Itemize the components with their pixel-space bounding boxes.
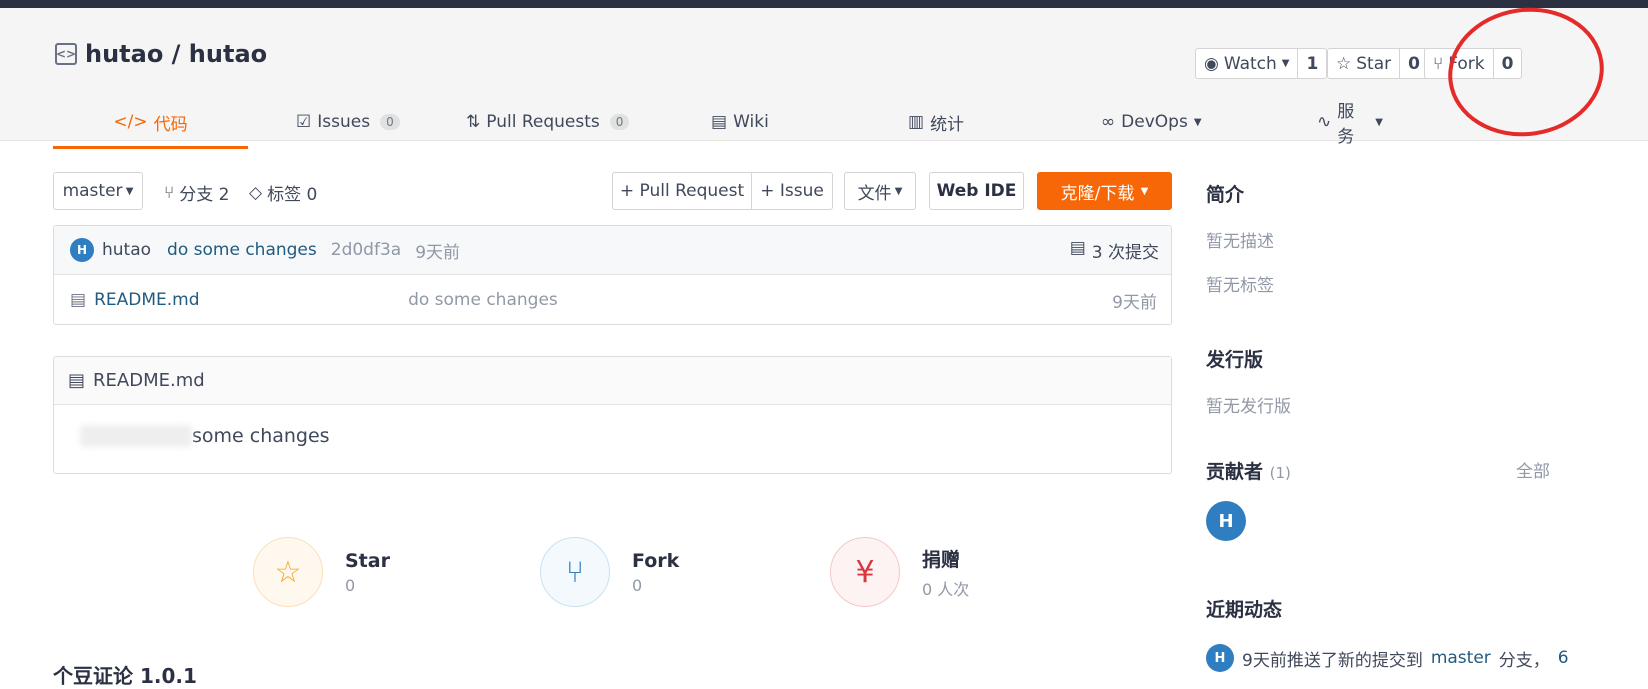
- fork-stat[interactable]: ⑂ Fork 0: [540, 537, 679, 607]
- branch-select[interactable]: master ▼: [53, 172, 143, 210]
- wiki-icon: ▤: [711, 112, 728, 132]
- repo-code-icon: <>: [55, 43, 77, 65]
- caret-down-icon: ▼: [1375, 116, 1383, 128]
- bottom-partial-heading: 个豆证论 1.0.1: [53, 664, 197, 688]
- new-issue-button[interactable]: + Issue: [751, 172, 833, 210]
- branches-link[interactable]: ⑂ 分支 2: [164, 180, 229, 206]
- tab-pull-requests[interactable]: ⇅ Pull Requests 0: [466, 98, 630, 146]
- star-icon: ☆: [253, 537, 323, 607]
- tab-devops[interactable]: ∞ DevOps ▼: [1101, 98, 1202, 146]
- readme-panel: ▤ README.md some changes: [53, 356, 1172, 474]
- pull-requests-badge: 0: [609, 114, 630, 130]
- tab-wiki[interactable]: ▤ Wiki: [711, 98, 769, 146]
- issues-icon: ☑: [296, 112, 312, 132]
- top-navbar: [0, 0, 1648, 8]
- donate-stat[interactable]: ¥ 捐赠 0 人次: [830, 537, 969, 607]
- file-browser: H hutao do some changes 2d0df3a 9天前 ▤ 3 次…: [53, 225, 1172, 325]
- release-title: 发行版: [1206, 349, 1264, 371]
- file-commit-message[interactable]: do some changes: [408, 290, 558, 310]
- readme-title: README.md: [93, 370, 205, 391]
- file-icon: ▤: [70, 290, 87, 310]
- tab-stats[interactable]: ▥ 统计: [908, 98, 964, 146]
- commit-message[interactable]: do some changes: [167, 240, 317, 260]
- service-icon: ∿: [1317, 112, 1332, 132]
- star-button[interactable]: ☆ Star 0: [1327, 48, 1429, 79]
- no-release: 暂无发行版: [1206, 397, 1291, 417]
- files-dropdown[interactable]: 文件 ▼: [844, 172, 916, 210]
- tab-code[interactable]: </> 代码: [53, 98, 248, 149]
- tags-link[interactable]: ◇ 标签 0: [249, 180, 317, 206]
- tag-icon: ◇: [249, 182, 263, 203]
- new-pull-request-button[interactable]: + Pull Request: [612, 172, 752, 210]
- repo-title-text[interactable]: hutao / hutao: [85, 40, 267, 68]
- red-circle-annotation: [1439, 0, 1613, 147]
- commit-time: 9天前: [415, 242, 461, 263]
- web-ide-button[interactable]: Web IDE: [929, 172, 1024, 210]
- watch-button[interactable]: ◉ Watch ▼ 1: [1195, 48, 1328, 79]
- contributor-avatar[interactable]: H: [1206, 501, 1246, 541]
- blurred-text: [80, 425, 192, 447]
- eye-icon: ◉: [1204, 53, 1219, 74]
- star-stat[interactable]: ☆ Star 0: [253, 537, 390, 607]
- contributors-title: 贡献者 (1): [1206, 461, 1291, 483]
- caret-down-icon: ▼: [891, 185, 903, 197]
- caret-down-icon: ▼: [1134, 185, 1149, 197]
- repo-title[interactable]: <> hutao / hutao: [55, 40, 267, 68]
- commit-author[interactable]: hutao: [102, 240, 151, 260]
- fork-icon: ⑂: [540, 537, 610, 607]
- repo-tabs: </> 代码 ☑ Issues 0 ⇅ Pull Requests 0 ▤ Wiki ▥ 统计…: [53, 98, 1383, 149]
- issues-badge: 0: [380, 114, 400, 130]
- no-description: 暂无描述: [1206, 232, 1274, 252]
- caret-down-icon: ▼: [122, 185, 134, 197]
- commit-count-link[interactable]: ▤ 3 次提交: [1070, 238, 1159, 263]
- intro-title: 简介: [1206, 184, 1245, 206]
- file-name[interactable]: README.md: [94, 290, 408, 310]
- tab-issues[interactable]: ☑ Issues 0: [296, 98, 400, 146]
- repo-header: <> hutao / hutao ◉ Watch ▼ 1 ☆ Star 0 ⑂ Fork…: [0, 0, 1648, 149]
- tab-service[interactable]: ∿ 服务 ▼: [1317, 98, 1383, 147]
- file-time: 9天前: [1112, 292, 1157, 313]
- readme-file-icon: ▤: [68, 370, 86, 391]
- code-icon: </>: [113, 112, 148, 132]
- contributors-count: (1): [1269, 464, 1291, 482]
- star-icon: ☆: [1336, 53, 1352, 74]
- commit-hash[interactable]: 2d0df3a: [331, 240, 401, 260]
- readme-content: some changes: [80, 425, 330, 447]
- stats-icon: ▥: [908, 112, 925, 132]
- caret-down-icon: ▼: [1281, 58, 1290, 69]
- table-row[interactable]: ▤ README.md do some changes 9天前: [54, 274, 1171, 326]
- latest-commit-row: H hutao do some changes 2d0df3a 9天前 ▤ 3 次…: [54, 226, 1171, 275]
- caret-down-icon: ▼: [1193, 116, 1202, 128]
- activity-count-link[interactable]: 6: [1558, 648, 1569, 668]
- watch-count[interactable]: 1: [1298, 49, 1326, 78]
- activity-title: 近期动态: [1206, 599, 1283, 621]
- all-contributors-link[interactable]: 全部: [1516, 457, 1550, 482]
- devops-icon: ∞: [1101, 112, 1116, 132]
- pull-request-icon: ⇅: [466, 112, 481, 132]
- branch-icon: ⑂: [164, 182, 175, 203]
- no-tags: 暂无标签: [1206, 276, 1274, 296]
- commits-icon: ▤: [1069, 237, 1086, 258]
- clone-download-button[interactable]: 克隆/下载 ▼: [1037, 172, 1172, 210]
- readme-header: ▤ README.md: [54, 357, 1171, 405]
- donate-icon: ¥: [830, 537, 900, 607]
- activity-branch-link[interactable]: master: [1431, 648, 1491, 668]
- fork-icon: ⑂: [1433, 53, 1444, 74]
- avatar[interactable]: H: [70, 238, 94, 262]
